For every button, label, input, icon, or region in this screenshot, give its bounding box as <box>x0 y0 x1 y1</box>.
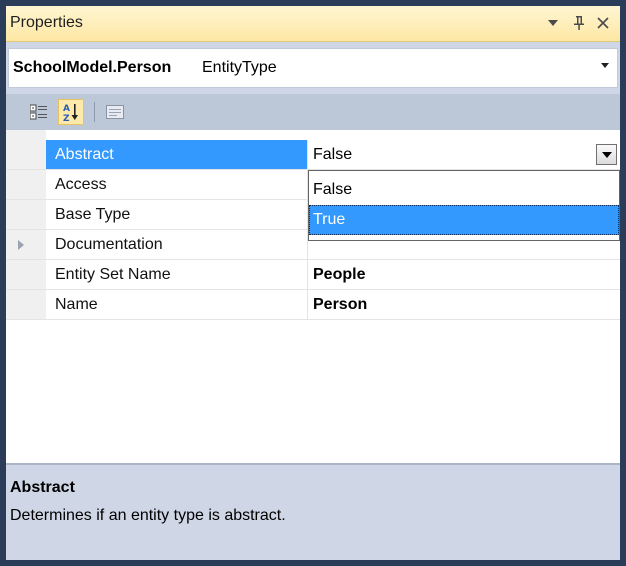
property-name[interactable]: Access <box>46 170 308 199</box>
svg-text:A: A <box>63 104 70 114</box>
window-position-dropdown-icon[interactable] <box>542 10 564 36</box>
object-selector-combobox[interactable]: SchoolModel.Person EntityType <box>8 48 618 88</box>
properties-window: Properties SchoolModel.Person EntityType… <box>6 6 620 560</box>
value-dropdown-button[interactable] <box>596 144 617 165</box>
description-title: Abstract <box>10 479 75 496</box>
property-row-abstract[interactable]: Abstract False <box>6 140 620 170</box>
property-value[interactable]: Person <box>309 290 620 319</box>
selected-object-type: EntityType <box>202 59 277 76</box>
expand-arrow-icon[interactable] <box>18 240 24 250</box>
description-panel: Abstract Determines if an entity type is… <box>6 463 620 560</box>
dropdown-option-false[interactable]: False <box>309 175 619 205</box>
property-name[interactable]: Documentation <box>46 230 308 259</box>
svg-text:Z: Z <box>63 114 70 122</box>
property-name[interactable]: Name <box>46 290 308 319</box>
title-bar[interactable]: Properties <box>6 6 620 42</box>
description-text: Determines if an entity type is abstract… <box>10 507 286 524</box>
chevron-down-icon[interactable] <box>601 63 609 68</box>
properties-toolbar: A Z <box>6 94 620 130</box>
properties-window-frame: Properties SchoolModel.Person EntityType… <box>0 0 626 566</box>
categorized-icon[interactable] <box>26 99 52 125</box>
property-value[interactable]: People <box>309 260 620 289</box>
selected-object-name: SchoolModel.Person <box>13 59 172 76</box>
alphabetical-icon[interactable]: A Z <box>58 99 84 125</box>
toolbar-separator <box>94 102 95 122</box>
property-row-name[interactable]: Name Person <box>6 290 620 320</box>
property-value[interactable]: False <box>309 140 620 169</box>
pin-icon[interactable] <box>568 10 590 36</box>
property-pages-icon[interactable] <box>102 99 128 125</box>
property-name[interactable]: Base Type <box>46 200 308 229</box>
close-icon[interactable] <box>592 10 614 36</box>
dropdown-option-true[interactable]: True <box>309 205 619 235</box>
property-row-entity-set-name[interactable]: Entity Set Name People <box>6 260 620 290</box>
window-title: Properties <box>10 14 83 31</box>
property-name[interactable]: Entity Set Name <box>46 260 308 289</box>
abstract-value-dropdown-list[interactable]: False True <box>308 170 620 241</box>
property-name[interactable]: Abstract <box>46 140 308 169</box>
